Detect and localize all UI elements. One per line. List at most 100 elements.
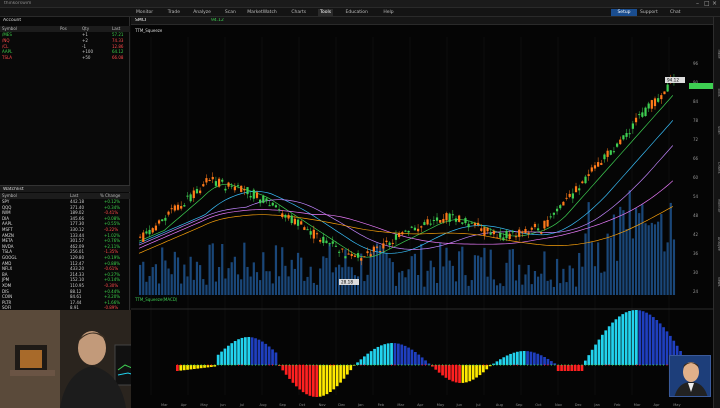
squeeze-dot xyxy=(176,364,178,366)
candle xyxy=(325,240,328,244)
candle xyxy=(612,151,616,153)
volume-bar xyxy=(439,242,442,295)
candle xyxy=(622,135,625,140)
candle xyxy=(647,103,650,109)
side-tab-trade[interactable]: Trade xyxy=(714,37,720,71)
tab-analyze[interactable]: Analyze xyxy=(191,9,213,16)
volume-bar xyxy=(180,283,183,295)
column-header[interactable]: Last xyxy=(70,193,78,199)
minimize-icon[interactable]: – xyxy=(696,0,699,7)
squeeze-dot xyxy=(455,364,457,366)
table-row[interactable]: /MES +1 57.21 xyxy=(0,32,130,38)
squeeze-dot xyxy=(472,364,474,366)
squeeze-dot xyxy=(339,364,342,366)
squeeze-dot xyxy=(282,364,284,366)
histogram-bar xyxy=(383,344,387,365)
histogram-bar xyxy=(325,365,329,395)
histogram-bar xyxy=(393,343,397,365)
column-header[interactable]: Symbol xyxy=(2,26,17,32)
tab-marketwatch[interactable]: MarketWatch xyxy=(245,9,278,16)
histogram-bar xyxy=(264,343,268,365)
maximize-icon[interactable]: □ xyxy=(704,0,710,7)
watchlist-title[interactable]: Watchlist xyxy=(3,187,24,192)
tab-charts[interactable]: Charts xyxy=(289,9,308,16)
candle xyxy=(221,179,224,182)
candle xyxy=(274,205,278,208)
volume-bar xyxy=(233,256,236,295)
candle xyxy=(467,223,470,228)
histogram-bar xyxy=(590,349,594,365)
volume-bar xyxy=(647,225,650,295)
squeeze-dot xyxy=(329,364,331,366)
table-row[interactable]: /CL -1 12.86 xyxy=(0,44,130,50)
histogram-bar xyxy=(335,365,339,387)
side-tab-charts[interactable]: Charts xyxy=(714,151,720,185)
tab-help[interactable]: Help xyxy=(381,9,395,16)
chat-button[interactable]: Chat xyxy=(670,9,681,16)
tab-trade[interactable]: Trade xyxy=(166,9,182,16)
squeeze-dot xyxy=(441,364,444,366)
account-label[interactable]: Account xyxy=(3,18,21,23)
candle xyxy=(549,216,552,218)
side-tab-analyze[interactable]: Analyze xyxy=(714,227,720,261)
volume-bar xyxy=(382,248,385,295)
side-tab-monitor[interactable]: Monitor xyxy=(714,189,720,223)
volume-bar xyxy=(492,279,495,295)
support-button[interactable]: Support xyxy=(640,9,658,16)
column-header[interactable]: % Change xyxy=(100,193,120,199)
table-row[interactable]: /NQ +2 74.33 xyxy=(0,38,130,44)
candle xyxy=(606,150,609,157)
table-row[interactable]: TSLA +50 66.08 xyxy=(0,55,130,61)
squeeze-dot xyxy=(588,364,590,366)
volume-bar xyxy=(666,242,669,295)
column-header[interactable]: Last xyxy=(112,26,120,32)
close-icon[interactable]: × xyxy=(712,0,717,7)
squeeze-dot xyxy=(421,364,423,366)
candle xyxy=(214,181,218,186)
side-tab-tools[interactable]: Tools xyxy=(714,75,720,109)
column-header[interactable]: Pos xyxy=(60,26,67,32)
squeeze-dot xyxy=(526,364,529,366)
volume-bar xyxy=(192,279,195,295)
column-header[interactable]: Symbol xyxy=(2,193,17,199)
volume-bar xyxy=(442,266,445,295)
squeeze-dot xyxy=(203,364,206,366)
column-header[interactable]: Qty xyxy=(82,26,89,32)
candle xyxy=(435,217,439,221)
setup-button[interactable]: Setup xyxy=(611,9,637,16)
symbol-box[interactable]: SMCI xyxy=(135,18,146,23)
squeeze-dot xyxy=(234,364,236,366)
histogram-bar xyxy=(570,365,574,371)
candle xyxy=(139,236,142,238)
tab-scan[interactable]: Scan xyxy=(223,9,238,16)
table-row[interactable]: AAPL +100 64.12 xyxy=(0,49,130,55)
histogram-bar xyxy=(662,327,665,365)
squeeze-dot xyxy=(183,364,185,366)
tab-education[interactable]: Education xyxy=(344,9,370,16)
squeeze-dot xyxy=(431,364,433,366)
volume-bar xyxy=(353,275,357,295)
volume-bar xyxy=(634,208,638,295)
chart-panel[interactable]: SMCI 94.12 28.18 94.12 96 90 84 78 72 66 60 54 48 4… xyxy=(131,17,713,408)
squeeze-dot xyxy=(363,364,365,366)
tab-monitor[interactable]: Monitor xyxy=(134,9,155,16)
candle xyxy=(271,202,274,206)
candle xyxy=(555,208,559,212)
volume-bar xyxy=(505,262,508,295)
upper-study-label: TTM_Squeeze xyxy=(135,28,163,33)
volume-bar xyxy=(416,274,420,295)
candle xyxy=(379,250,382,252)
squeeze-dot xyxy=(469,364,471,366)
row-last: 12.86 xyxy=(112,43,124,49)
side-tab-scan[interactable]: Scan xyxy=(714,113,720,147)
squeeze-dot xyxy=(628,364,631,366)
squeeze-dot xyxy=(397,364,399,366)
squeeze-dot xyxy=(424,364,427,366)
side-tab-news[interactable]: News xyxy=(714,265,720,299)
histogram-bar xyxy=(444,365,448,378)
tab-tools[interactable]: Tools xyxy=(318,9,334,16)
price-chart-svg[interactable]: 28.1894.1296908478726660544842363024Mar A… xyxy=(131,25,713,408)
candle xyxy=(176,204,180,210)
volume-bar xyxy=(271,283,274,295)
volume-bar xyxy=(631,238,634,295)
